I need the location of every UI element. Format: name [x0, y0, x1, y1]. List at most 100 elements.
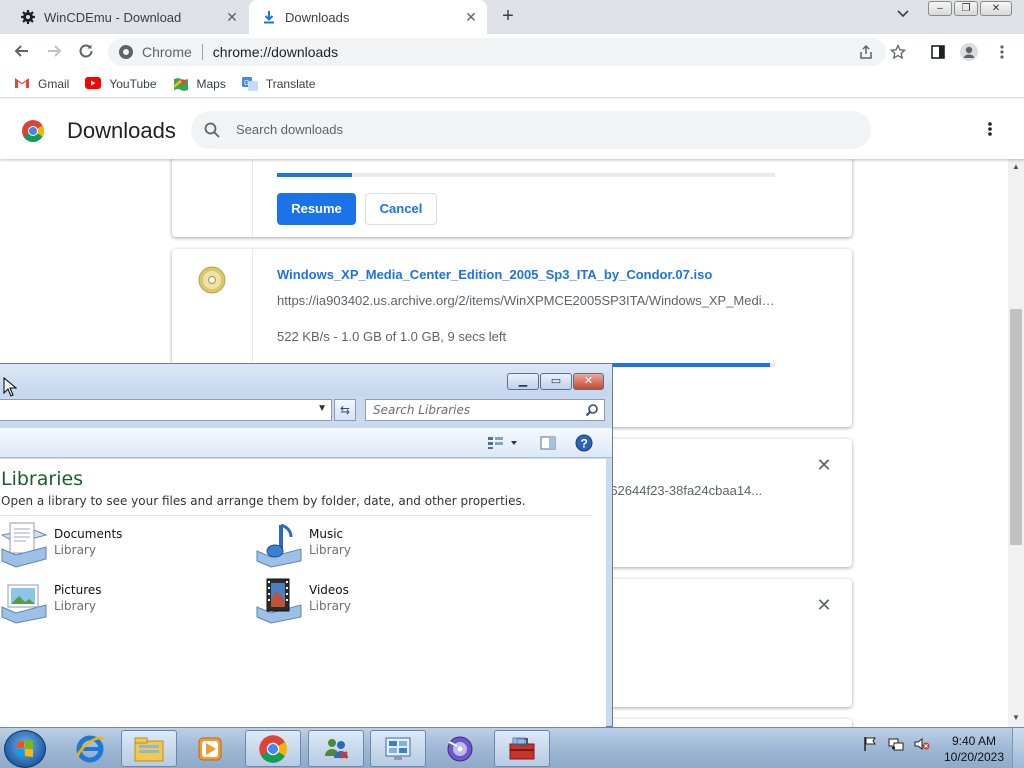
- bookmarks-bar: Gmail YouTube Maps G Translate: [0, 70, 1024, 98]
- explorer-close-button[interactable]: ✕: [573, 373, 604, 390]
- download-icon: [261, 9, 277, 25]
- explorer-window-controls: ▁ ▭ ✕: [507, 373, 605, 390]
- scroll-down-icon[interactable]: ▼: [1012, 714, 1020, 722]
- start-button[interactable]: [4, 730, 46, 768]
- scrollbar-thumb[interactable]: [1010, 309, 1022, 545]
- library-name: Documents: [54, 527, 123, 541]
- explorer-address-bar[interactable]: ▼: [0, 399, 332, 421]
- scroll-up-icon[interactable]: ▲: [1012, 163, 1020, 171]
- library-type: Library: [54, 599, 96, 613]
- reload-button[interactable]: [76, 42, 96, 62]
- disc-burn-icon: [447, 736, 473, 761]
- taskbar-chrome[interactable]: [245, 730, 301, 767]
- tab-title: WinCDEmu - Download: [44, 9, 182, 25]
- profile-avatar[interactable]: [959, 42, 979, 62]
- media-player-icon: [198, 737, 222, 760]
- show-desktop-button[interactable]: [1012, 728, 1024, 768]
- search-libraries-input[interactable]: Search Libraries: [365, 399, 605, 421]
- bookmark-youtube[interactable]: YouTube: [85, 76, 157, 91]
- window-titlebar[interactable]: ▁ ▭ ✕: [0, 364, 612, 396]
- network-users-icon: [325, 738, 348, 759]
- taskbar-network-users[interactable]: [308, 730, 364, 767]
- download-card: Resume Cancel: [172, 159, 852, 237]
- bookmark-label: YouTube: [109, 76, 157, 91]
- new-tab-button[interactable]: +: [498, 6, 518, 27]
- system-clock[interactable]: 9:40 AM 10/20/2023: [940, 733, 1008, 765]
- library-name: Music: [309, 527, 344, 541]
- search-placeholder: Search downloads: [236, 122, 343, 137]
- side-panel-icon[interactable]: [928, 42, 948, 62]
- gear-icon: [20, 9, 36, 25]
- tab-search-icon[interactable]: [896, 9, 914, 25]
- taskbar-toolbox[interactable]: [494, 730, 550, 767]
- explorer-maximize-button[interactable]: ▭: [540, 373, 572, 390]
- system-tray: [862, 736, 930, 752]
- close-tab-icon[interactable]: ✕: [463, 9, 479, 25]
- libraries-heading: Libraries: [1, 468, 84, 490]
- download-filename-link[interactable]: Windows_XP_Media_Center_Edition_2005_Sp3…: [277, 267, 712, 282]
- toolbox-icon: [509, 737, 535, 759]
- window-controls: – ❐ ✕: [928, 1, 1012, 16]
- bookmark-star-icon[interactable]: [888, 42, 908, 62]
- network-icon[interactable]: [888, 736, 904, 752]
- change-view-icon[interactable]: [485, 434, 519, 452]
- cancel-button[interactable]: Cancel: [365, 193, 437, 225]
- library-pictures[interactable]: Pictures Library: [0, 577, 220, 625]
- music-library-icon: [255, 521, 303, 569]
- refresh-icon[interactable]: ⇆: [334, 399, 356, 421]
- help-icon[interactable]: ?: [574, 434, 594, 452]
- action-center-flag-icon[interactable]: [862, 736, 878, 752]
- svg-text:G: G: [244, 80, 249, 87]
- taskbar-control-panel[interactable]: [370, 730, 426, 767]
- tab-title: Downloads: [285, 9, 350, 25]
- taskbar-disc-burn[interactable]: [432, 730, 488, 767]
- chrome-menu-icon[interactable]: [992, 42, 1012, 62]
- address-dropdown-icon[interactable]: ▼: [317, 403, 327, 414]
- bookmark-translate[interactable]: G Translate: [241, 76, 315, 91]
- disc-file-icon: [197, 265, 227, 295]
- omnibox-url[interactable]: chrome://downloads: [213, 44, 338, 60]
- download-url-link[interactable]: https://ia903402.us.archive.org/2/items/…: [277, 293, 775, 308]
- library-videos[interactable]: Videos Library: [255, 577, 475, 625]
- bookmark-maps[interactable]: Maps: [173, 77, 226, 91]
- close-tab-icon[interactable]: ✕: [224, 9, 240, 25]
- preview-pane-icon[interactable]: [538, 434, 558, 452]
- downloads-menu-icon[interactable]: [984, 121, 996, 141]
- explorer-command-bar: ?: [0, 428, 612, 458]
- library-music[interactable]: Music Library: [255, 521, 475, 569]
- forward-button[interactable]: [44, 42, 64, 62]
- taskbar-media-player[interactable]: [182, 730, 238, 767]
- remove-download-icon[interactable]: ✕: [816, 596, 832, 614]
- youtube-icon: [85, 76, 102, 91]
- bookmark-label: Maps: [196, 76, 226, 91]
- taskbar-windows-explorer[interactable]: [121, 730, 177, 767]
- close-window-button[interactable]: ✕: [980, 1, 1012, 16]
- chrome-icon: [259, 734, 287, 763]
- back-button[interactable]: [12, 42, 32, 62]
- tab-downloads[interactable]: Downloads ✕: [249, 0, 487, 34]
- explorer-minimize-button[interactable]: ▁: [507, 373, 539, 390]
- tab-wincdemu[interactable]: WinCDEmu - Download ✕: [8, 0, 248, 34]
- volume-muted-icon[interactable]: [914, 736, 930, 752]
- remove-download-icon[interactable]: ✕: [816, 456, 832, 474]
- chrome-page-icon: [118, 44, 134, 60]
- omnibox-chip: Chrome: [142, 44, 192, 60]
- minimize-button[interactable]: –: [928, 1, 952, 16]
- page-scrollbar[interactable]: ▲ ▼: [1008, 159, 1024, 727]
- libraries-window: ▁ ▭ ✕ ▼ ⇆ Search Libraries ? Libraries O…: [0, 363, 613, 728]
- bookmark-gmail[interactable]: Gmail: [14, 77, 69, 91]
- restore-button[interactable]: ❐: [954, 1, 978, 16]
- tab-strip: WinCDEmu - Download ✕ Downloads ✕ + – ❐ …: [0, 0, 1024, 34]
- download-progress: [277, 173, 775, 177]
- library-documents[interactable]: Documents Library: [0, 521, 220, 569]
- download-status: 522 KB/s - 1.0 GB of 1.0 GB, 9 secs left: [277, 329, 507, 344]
- search-downloads-input[interactable]: Search downloads: [191, 111, 871, 149]
- clock-time: 9:40 AM: [951, 734, 997, 748]
- resume-button[interactable]: Resume: [277, 193, 356, 225]
- page-title: Downloads: [67, 118, 176, 143]
- taskbar-internet-explorer[interactable]: [62, 730, 118, 767]
- share-icon[interactable]: [854, 38, 878, 66]
- address-bar[interactable]: Chrome chrome://downloads: [108, 38, 886, 66]
- libraries-description: Open a library to see your files and arr…: [1, 494, 526, 508]
- download-url-link[interactable]: -62644f23-38fa24cbaa14...: [606, 483, 762, 498]
